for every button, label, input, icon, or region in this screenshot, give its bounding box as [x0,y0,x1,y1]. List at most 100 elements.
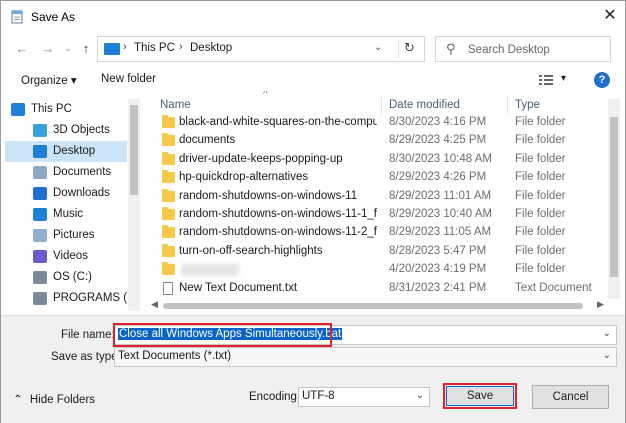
address-dropdown-icon[interactable]: ⌄ [374,42,382,53]
folder-icon [162,225,175,239]
breadcrumb-separator: › [179,41,183,53]
pictures-icon [33,229,47,242]
file-date: 8/28/2023 5:47 PM [389,244,487,257]
back-arrow-icon[interactable]: ← [13,40,31,58]
folder-icon [162,133,175,147]
folder-icon [162,115,175,128]
file-row[interactable]: turn-on-off-search-highlights 8/28/2023 5… [149,243,607,261]
sidebar-item-3d-objects[interactable]: 3D Objects [5,120,127,141]
column-header-date-modified[interactable]: Date modified [389,99,460,111]
sidebar-item-this-pc[interactable]: This PC [5,99,127,120]
encoding-value: UTF-8 [302,390,335,402]
sidebar-item-label: Music [53,208,84,220]
file-row[interactable]: random-shutdowns-on-windows-11-1_fi... 8/… [149,206,607,224]
file-name: random-shutdowns-on-windows-11-1_fi... [179,208,377,220]
file-date: 8/29/2023 4:25 PM [389,134,487,147]
videos-icon [33,250,47,263]
file-row[interactable]: documents 8/29/2023 4:25 PM File folder [149,132,607,150]
cube-icon [33,124,47,137]
help-icon[interactable]: ? [594,72,610,88]
file-row[interactable]: 4/20/2023 4:19 PM File folder [149,261,607,279]
drive-icon [33,292,47,305]
file-list: ^ Name Date modified Type black-and-whit… [149,91,607,311]
sidebar-item-label: Downloads [53,187,110,199]
column-divider[interactable] [507,97,508,115]
scroll-left-icon[interactable]: ◀ [151,299,158,310]
sidebar-scrollbar[interactable] [128,99,140,311]
cancel-button[interactable]: Cancel [532,385,609,409]
file-date: 8/31/2023 2:41 PM [389,281,487,294]
sidebar-item-os-c[interactable]: OS (C:) [5,267,127,288]
file-type: File folder [515,226,566,239]
sort-indicator-icon: ^ [263,91,268,100]
breadcrumb-desktop[interactable]: Desktop [190,42,232,54]
new-folder-button[interactable]: New folder [101,73,156,85]
file-row[interactable]: hp-quickdrop-alternatives 8/29/2023 4:26 … [149,169,607,187]
file-row[interactable]: random-shutdowns-on-windows-11 8/29/2023 … [149,188,607,206]
sidebar-item-videos[interactable]: Videos [5,246,127,267]
save-type-label: Save as type: [51,351,121,363]
forward-arrow-icon[interactable]: → [39,40,57,58]
file-date: 8/30/2023 4:16 PM [389,116,487,128]
scrollbar-thumb[interactable] [163,303,583,309]
save-button[interactable]: Save [446,386,514,406]
sidebar-item-label: Videos [53,250,88,262]
file-date: 8/29/2023 11:01 AM [389,189,492,202]
search-input[interactable] [468,41,606,58]
sidebar-item-label: PROGRAMS (D:) [53,292,127,304]
file-list-scrollbar[interactable] [608,99,620,299]
column-divider[interactable] [381,97,382,115]
up-arrow-icon[interactable]: ↑ [77,40,95,58]
chevron-down-icon[interactable]: ⌄ [603,350,611,361]
sidebar-item-desktop[interactable]: Desktop [5,141,127,162]
file-name: random-shutdowns-on-windows-11-2_fi... [179,226,377,239]
file-row[interactable]: random-shutdowns-on-windows-11-2_fi... 8/… [149,224,607,242]
documents-icon [33,166,47,179]
scroll-right-icon[interactable]: ▶ [597,299,604,310]
horizontal-scrollbar[interactable]: ◀ ▶ [149,299,609,313]
chevron-down-icon[interactable]: ⌄ [416,390,424,401]
folder-icon [162,207,175,220]
sidebar-item-downloads[interactable]: Downloads [5,183,127,204]
folder-icon [162,188,175,202]
column-header-name[interactable]: Name [160,99,191,111]
file-name: random-shutdowns-on-windows-11 [179,189,358,202]
file-name: turn-on-off-search-highlights [179,244,323,257]
hide-folders-button[interactable]: ⌃ Hide Folders [13,392,95,406]
refresh-icon[interactable]: ↻ [398,40,420,58]
encoding-select[interactable]: UTF-8 ⌄ [298,387,430,407]
sidebar-item-programs-d[interactable]: PROGRAMS (D:) [5,288,127,309]
file-date: 8/29/2023 4:26 PM [389,171,487,184]
computer-icon [11,103,25,116]
sidebar-item-music[interactable]: Music [5,204,127,225]
navigation-pane: This PC 3D Objects Desktop Documents Downloa… [5,99,127,309]
close-icon[interactable]: ✕ [601,7,619,25]
organize-button[interactable]: Organize ▾ [21,73,77,87]
hide-folders-label: Hide Folders [29,394,96,406]
file-name-label: File name: [61,329,115,341]
encoding-label: Encoding: [249,391,301,403]
save-type-select[interactable]: Text Documents (*.txt) ⌄ [114,347,617,367]
file-name: New Text Document.txt [179,281,298,294]
scrollbar-thumb[interactable] [610,117,618,277]
address-bar[interactable]: › This PC › Desktop ⌄ ↻ [97,36,425,62]
save-as-dialog: Save As ✕ ← → ⌄ ↑ › This PC › Desktop ⌄ … [0,0,626,423]
search-box[interactable]: ⚲ [435,36,611,62]
file-date: 8/29/2023 11:05 AM [389,226,492,239]
file-row[interactable]: New Text Document.txt 8/31/2023 2:41 PM Te… [149,280,607,298]
scrollbar-thumb[interactable] [130,105,138,195]
save-type-value: Text Documents (*.txt) [118,350,232,362]
recent-locations-icon[interactable]: ⌄ [59,39,77,57]
folder-icon [162,243,175,257]
column-header-type[interactable]: Type [515,99,540,111]
view-options-dropdown-icon[interactable]: ▾ [561,73,566,84]
file-type: File folder [515,134,566,147]
chevron-down-icon[interactable]: ⌄ [603,328,611,339]
file-row[interactable]: driver-update-keeps-popping-up 8/30/2023 … [149,151,607,169]
file-row[interactable]: black-and-white-squares-on-the-compu... 8… [149,114,607,132]
sidebar-item-documents[interactable]: Documents [5,162,127,183]
breadcrumb-this-pc[interactable]: This PC [134,42,175,54]
sidebar-item-pictures[interactable]: Pictures [5,225,127,246]
highlight-box [113,323,332,347]
view-details-icon[interactable] [539,74,553,86]
